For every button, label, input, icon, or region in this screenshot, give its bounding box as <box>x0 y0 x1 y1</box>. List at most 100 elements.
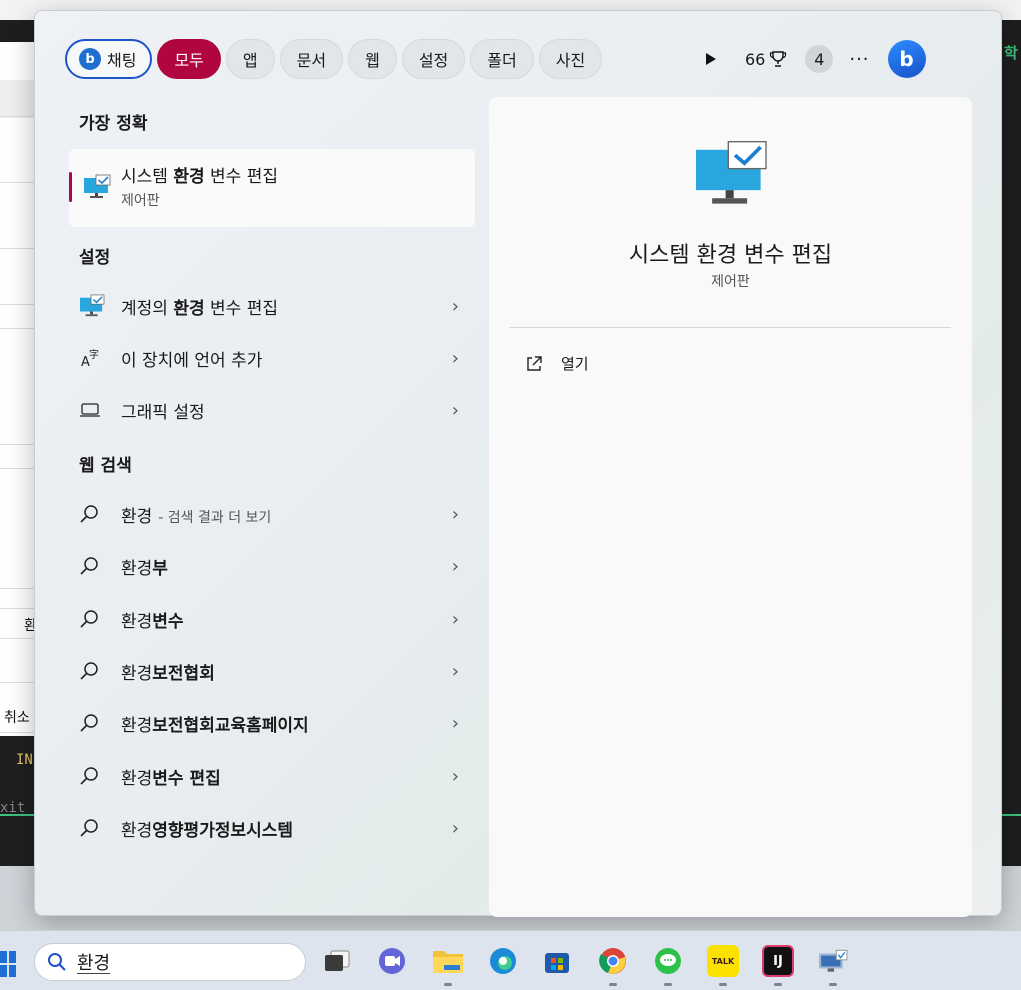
windows-logo-icon <box>0 951 16 977</box>
result-label: 환경부 <box>121 558 168 579</box>
kakaotalk-label: TALK <box>711 956 735 966</box>
system-properties-icon[interactable] <box>817 945 849 977</box>
search-query-text: 환경 <box>77 953 111 974</box>
best-match-result[interactable]: 시스템 환경 변수 편집 제어판 <box>69 149 475 227</box>
result-label: 환경변수 <box>121 611 184 632</box>
result-label: 환경보전협회교육홈페이지 <box>121 715 309 736</box>
best-match-heading: 가장 정확 <box>79 114 148 134</box>
folders-filter-button[interactable]: 폴더 <box>470 39 534 79</box>
web-result[interactable]: 환경보전협회 › <box>79 651 459 691</box>
web-result[interactable]: 환경보전협회교육홈페이지 › <box>79 703 459 743</box>
chevron-right-icon: › <box>451 556 459 577</box>
result-label: 계정의 환경 변수 편집 <box>121 298 278 319</box>
running-indicator <box>774 983 782 986</box>
trophy-icon <box>770 51 787 67</box>
language-icon: A字 <box>79 347 109 369</box>
taskbar: 환경 TALK IJ <box>0 930 1021 990</box>
result-label: 환경변수 편집 <box>121 768 221 789</box>
file-explorer-icon[interactable] <box>432 945 464 977</box>
settings-filter-button[interactable]: 설정 <box>401 39 466 79</box>
documents-filter-button[interactable]: 문서 <box>279 39 344 79</box>
bing-chat-icon: b <box>79 48 101 70</box>
result-label: 환경보전협회 <box>121 663 215 684</box>
teams-chat-icon[interactable] <box>376 945 408 977</box>
search-icon <box>79 766 109 786</box>
chevron-right-icon: › <box>451 348 459 369</box>
filter-bar: b 채팅 모두 앱 문서 웹 설정 폴더 사진 <box>65 39 607 79</box>
web-result[interactable]: 환경 - 검색 결과 더 보기 › <box>79 494 459 534</box>
web-result[interactable]: 환경영향평가정보시스템 › <box>79 808 459 848</box>
settings-heading: 설정 <box>79 248 111 268</box>
toolbar-right: 66 4 ··· b <box>695 40 926 78</box>
result-label: 이 장치에 언어 추가 <box>121 350 263 371</box>
open-action-button[interactable]: 열기 <box>525 353 589 374</box>
search-icon <box>79 713 109 733</box>
account-count-badge[interactable]: 4 <box>805 45 834 73</box>
play-icon <box>706 53 716 65</box>
result-label: 그래픽 설정 <box>121 402 205 423</box>
running-indicator <box>829 983 837 986</box>
task-view-icon[interactable] <box>321 945 353 977</box>
chevron-right-icon: › <box>451 661 459 682</box>
settings-result-add-language[interactable]: A字 이 장치에 언어 추가 › <box>79 338 459 378</box>
system-monitor-icon <box>79 294 109 318</box>
intellij-label: IJ <box>773 953 783 969</box>
all-filter-button[interactable]: 모두 <box>157 39 221 79</box>
result-label: 환경영향평가정보시스템 <box>121 820 294 841</box>
chevron-right-icon: › <box>451 296 459 317</box>
running-indicator <box>444 983 452 986</box>
chevron-right-icon: › <box>451 713 459 734</box>
web-filter-button[interactable]: 웹 <box>348 39 397 79</box>
best-match-title: 시스템 환경 변수 편집 <box>121 167 278 187</box>
running-indicator <box>609 983 617 986</box>
microsoft-store-icon[interactable] <box>541 945 573 977</box>
running-indicator <box>719 983 727 986</box>
preview-title: 시스템 환경 변수 편집 <box>628 243 833 268</box>
open-action-label: 열기 <box>561 355 589 373</box>
more-filters-button[interactable] <box>695 43 727 75</box>
search-icon <box>79 556 109 576</box>
chrome-icon[interactable] <box>597 945 629 977</box>
kakaotalk-icon[interactable]: TALK <box>707 945 739 977</box>
background-right-panel <box>1002 20 1021 868</box>
search-icon <box>79 504 109 524</box>
laptop-icon <box>79 402 109 418</box>
edge-browser-icon[interactable] <box>487 945 519 977</box>
preview-subtitle: 제어판 <box>711 274 750 290</box>
background-cancel-fragment: 취소 <box>4 710 30 726</box>
search-icon <box>48 953 66 971</box>
taskbar-search-input[interactable]: 환경 <box>34 943 306 981</box>
open-external-icon <box>527 355 542 371</box>
bing-button[interactable]: b <box>887 40 926 78</box>
photos-filter-button[interactable]: 사진 <box>538 39 603 79</box>
system-monitor-icon <box>693 139 769 213</box>
web-result[interactable]: 환경부 › <box>79 546 459 586</box>
search-icon <box>79 818 109 838</box>
apps-filter-button[interactable]: 앱 <box>225 39 275 79</box>
points-value: 66 <box>745 49 766 69</box>
more-options-button[interactable]: ··· <box>849 49 869 70</box>
search-panel: b 채팅 모두 앱 문서 웹 설정 폴더 사진 66 4 ··· b 가장 정확 <box>34 10 1002 917</box>
web-result[interactable]: 환경변수 › <box>79 599 459 639</box>
chat-filter-label: 채팅 <box>107 51 137 70</box>
chat-filter-button[interactable]: b 채팅 <box>65 39 153 79</box>
start-button[interactable] <box>0 949 16 977</box>
background-right-fragment: 학 <box>1004 44 1018 62</box>
settings-result-account-env[interactable]: 계정의 환경 변수 편집 › <box>79 286 459 326</box>
svg-text:字: 字 <box>89 348 99 361</box>
search-icon <box>79 661 109 681</box>
chevron-right-icon: › <box>451 818 459 839</box>
web-result[interactable]: 환경변수 편집 › <box>79 756 459 796</box>
rewards-points[interactable]: 66 <box>745 50 787 69</box>
line-messenger-icon[interactable] <box>652 945 684 977</box>
intellij-icon[interactable]: IJ <box>762 945 794 977</box>
chevron-right-icon: › <box>451 400 459 421</box>
chevron-right-icon: › <box>451 504 459 525</box>
settings-result-graphics[interactable]: 그래픽 설정 › <box>79 390 459 430</box>
chevron-right-icon: › <box>451 766 459 787</box>
search-icon <box>79 609 109 629</box>
bing-icon: b <box>899 47 914 71</box>
running-indicator <box>664 983 672 986</box>
web-search-heading: 웹 검색 <box>79 456 132 476</box>
divider <box>509 327 951 328</box>
